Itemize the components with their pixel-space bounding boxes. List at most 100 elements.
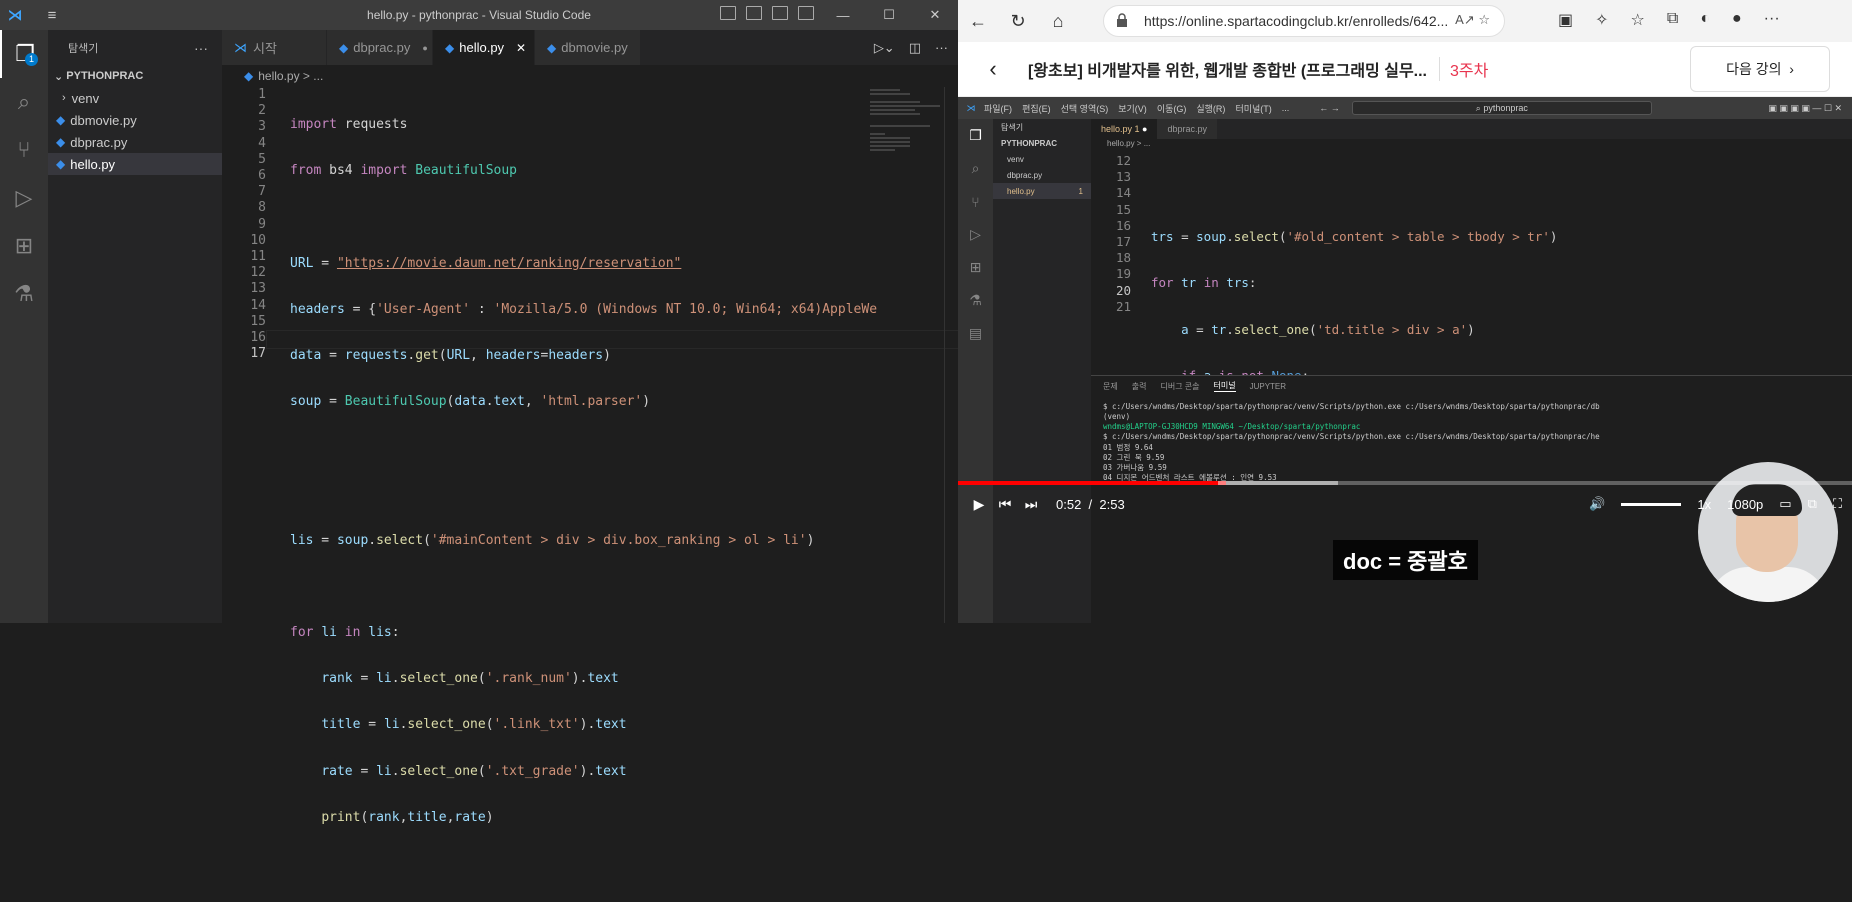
next-label: 다음 강의 [1726, 61, 1782, 77]
refresh-icon[interactable]: ↻ [998, 11, 1038, 32]
vscode-icon: ⋊ [234, 39, 247, 55]
code-line-15: rate = li.select_one('.txt_grade').text [321, 763, 627, 779]
terminal-line: wndms@LAPTOP-GJ30HCD9 MINGW64 ~/Desktop/… [1103, 422, 1361, 431]
address-bar[interactable]: https://online.spartacodingclub.kr/enrol… [1103, 5, 1505, 37]
testing-icon[interactable]: ⚗ [0, 270, 48, 318]
close-icon[interactable]: ✕ [912, 0, 958, 30]
back-icon[interactable]: ← [958, 11, 998, 32]
terminal-line: 02 그린 북 9.59 [1103, 453, 1165, 462]
python-file-icon: ◆ [547, 40, 557, 55]
run-icon[interactable]: ▷⌄ [874, 40, 895, 56]
volume-slider[interactable] [1621, 502, 1682, 506]
maximize-icon[interactable]: ☐ [866, 0, 912, 30]
tree-item-dbprac[interactable]: ◆ dbprac.py [48, 131, 222, 153]
tree-item-venv[interactable]: › venv [48, 87, 222, 109]
captions-icon[interactable]: ▭ [1779, 496, 1791, 512]
extensions-icon[interactable]: ⊞ [0, 222, 48, 270]
collections-icon[interactable]: ⧉ [1667, 10, 1678, 30]
code-line-14: title = li.select_one('.link_txt').text [321, 717, 627, 733]
customize-layout-icon[interactable] [798, 6, 814, 20]
back-arrow-icon[interactable]: ‹ [958, 56, 1028, 82]
extensions-icon: ⊞ [969, 259, 982, 275]
close-tab-icon[interactable]: ✕ [516, 41, 526, 55]
search-icon[interactable]: ⌕ [0, 78, 48, 126]
line-number: 5 [258, 151, 266, 167]
line-number: 14 [250, 297, 266, 313]
toggle-panel-icon[interactable] [746, 6, 762, 20]
toggle-sidebar-icon[interactable] [720, 6, 736, 20]
menu-item: 이동(G) [1156, 103, 1187, 114]
volume-icon[interactable]: 🔊 [1589, 496, 1605, 512]
tab-dbprac[interactable]: ◆ dbprac.py ● [327, 30, 433, 65]
unsaved-dot-icon[interactable]: ● [422, 43, 427, 53]
terminal-line: (venv) [1103, 412, 1131, 421]
activity-bar: ❐ 1 ⌕ ⑂ ▷ ⊞ ⚗ [0, 30, 48, 623]
menu-icon[interactable]: ≡ [30, 7, 74, 24]
code-line-10: lis = soup.select('#mainContent > div > … [290, 532, 815, 548]
minimap[interactable] [864, 87, 944, 623]
more-actions-icon[interactable]: ··· [935, 40, 948, 55]
inner-activity-bar: ❐ ⌕ ⑂ ▷ ⊞ ⚗ ▤ [958, 119, 993, 623]
explorer-icon[interactable]: ❐ 1 [0, 30, 48, 78]
home-icon[interactable]: ⌂ [1038, 11, 1078, 32]
next-icon[interactable]: ⏭ [1018, 496, 1044, 513]
project-name: PYTHONPRAC [66, 70, 144, 82]
tab-start[interactable]: ⋊ 시작 [222, 30, 327, 65]
project-folder[interactable]: ⌄ PYTHONPRAC [48, 65, 222, 87]
speed-button[interactable]: 1x [1697, 497, 1711, 512]
favorites-icon[interactable]: ☆ [1631, 10, 1645, 30]
python-file-icon: ◆ [56, 157, 66, 171]
pip-icon[interactable]: ⧉ [1808, 496, 1817, 512]
source-control-icon[interactable]: ⑂ [0, 126, 48, 174]
line-number: 15 [250, 313, 266, 329]
code-line-13: rank = li.select_one('.rank_num').text [321, 671, 619, 687]
more-icon[interactable]: ··· [1764, 10, 1780, 30]
more-actions-icon[interactable]: ··· [194, 40, 208, 56]
tree-label: dbprac.py [70, 134, 128, 150]
code-content[interactable]: import requests from bs4 import Beautifu… [290, 87, 877, 902]
line-number: 9 [258, 216, 266, 232]
menu-item: 보기(V) [1118, 103, 1147, 114]
line-number: 17 [250, 346, 266, 362]
search-icon: ⌕ [971, 160, 980, 176]
line-number: 13 [250, 281, 266, 297]
code-editor[interactable]: 1 2 3 4 5 6 7 8 9 10 11 12 13 14 15 16 17 import request… [222, 87, 1086, 825]
line-number: 2 [258, 103, 266, 119]
tree-item-hello[interactable]: ◆ hello.py [48, 153, 222, 175]
previous-icon[interactable]: ⏮ [992, 496, 1018, 513]
tree-item-dbmovie[interactable]: ◆ dbmovie.py [48, 109, 222, 131]
video-player[interactable]: ⋊ 파일(F) 편집(E) 선택 영역(S) 보기(V) 이동(G) 실행(R)… [958, 97, 1852, 623]
split-editor-icon[interactable]: ◫ [909, 40, 921, 56]
run-debug-icon[interactable]: ▷ [0, 174, 48, 222]
tab-dbmovie[interactable]: ◆ dbmovie.py [535, 30, 641, 65]
tab-hello[interactable]: ◆ hello.py ✕ [433, 30, 535, 65]
python-file-icon: ◆ [56, 113, 66, 127]
line-number: 11 [250, 249, 266, 264]
vertical-scrollbar[interactable] [944, 87, 958, 623]
puzzle-icon[interactable]: ✧ [1595, 10, 1608, 30]
toggle-secondary-sidebar-icon[interactable] [772, 6, 788, 20]
menu-item: 실행(R) [1196, 103, 1226, 114]
extension-icon[interactable]: ▣ [1558, 10, 1573, 30]
python-file-icon: ◆ [339, 40, 349, 55]
read-aloud-icon[interactable]: A↗ ☆ [1455, 12, 1490, 28]
video-right-controls: 🔊 1x 1080p ▭ ⧉ ⛶ [1589, 496, 1842, 512]
code-line-2: from bs4 import BeautifulSoup [290, 163, 517, 179]
inner-tabs: hello.py 1 ● dbprac.py [1091, 119, 1852, 139]
nav-arrows-icon: ← → [1319, 103, 1340, 113]
play-icon[interactable]: ▶ [966, 496, 992, 513]
next-lecture-button[interactable]: 다음 강의 › [1690, 46, 1830, 92]
fullscreen-icon[interactable]: ⛶ [1833, 496, 1842, 512]
breadcrumb-text[interactable]: hello.py > ... [258, 69, 323, 83]
quality-button[interactable]: 1080p [1727, 497, 1763, 512]
inner-breadcrumb: hello.py > ... [1107, 139, 1151, 148]
edge-icon[interactable]: ◐ [1700, 10, 1710, 30]
line-number: 16 [250, 330, 266, 345]
terminal-line: $ c:/Users/wndms/Desktop/sparta/pythonpr… [1103, 432, 1600, 441]
minimize-icon[interactable]: — [820, 0, 866, 30]
lecture-title: [왕초보] 비개발자를 위한, 웹개발 종합반 (프로그래밍 실무... [1028, 63, 1427, 80]
profile-icon[interactable]: ● [1732, 10, 1742, 30]
editor-tabs: ⋊ 시작 ◆ dbprac.py ● ◆ hello.py ✕ ◆ dbmovie.py ▷… [222, 30, 958, 65]
